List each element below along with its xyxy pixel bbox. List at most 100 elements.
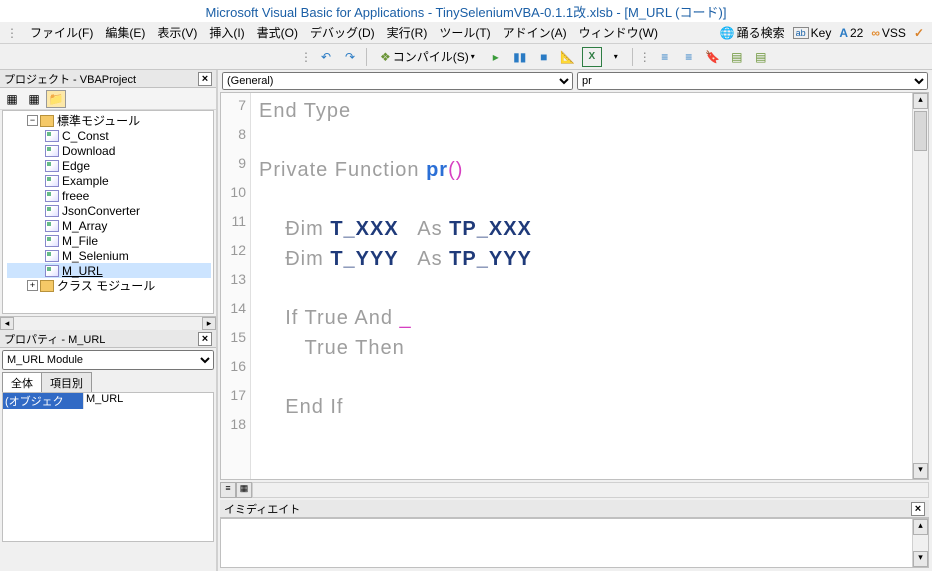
tree-module[interactable]: C_Const — [7, 128, 211, 143]
module-icon — [45, 205, 59, 217]
tree-module[interactable]: M_Array — [7, 218, 211, 233]
properties-header: プロパティ - M_URL × — [0, 330, 216, 348]
project-explorer: プロジェクト - VBAProject × ▦ ▦ 📁 −標準モジュール C_C… — [0, 70, 216, 330]
link-icon: ∞ — [871, 26, 880, 40]
grip-icon[interactable]: ⋮ — [6, 26, 18, 40]
close-icon[interactable]: × — [911, 502, 925, 516]
pause-icon[interactable]: ▮▮ — [510, 47, 530, 67]
module-icon — [45, 160, 59, 172]
menu-file[interactable]: ファイル(F) — [24, 22, 99, 43]
vss-button[interactable]: ∞VSS — [871, 26, 906, 40]
module-icon — [45, 130, 59, 142]
module-icon — [45, 235, 59, 247]
module-icon — [45, 145, 59, 157]
immediate-input[interactable]: ▴ ▾ — [220, 518, 929, 568]
menu-insert[interactable]: 挿入(I) — [203, 22, 250, 43]
compile-icon: ❖ — [380, 50, 391, 64]
h-scrollbar[interactable]: ◂▸ — [0, 316, 216, 330]
property-name[interactable]: (オブジェク — [3, 393, 83, 409]
code-content[interactable]: End Type Private Function pr() Đim T_XXX… — [251, 93, 912, 479]
close-icon[interactable]: × — [198, 332, 212, 346]
line-gutter: 789101112131415161718 — [221, 93, 251, 479]
menu-run[interactable]: 実行(R) — [381, 22, 434, 43]
tree-module[interactable]: Example — [7, 173, 211, 188]
redo-icon[interactable]: ↷ — [340, 47, 360, 67]
properties-panel: プロパティ - M_URL × M_URL Module 全体 項目別 (オブジ… — [0, 330, 216, 571]
excel-icon[interactable]: X — [582, 47, 602, 67]
scroll-up-icon[interactable]: ▴ — [913, 93, 928, 109]
toolbar: ⋮ ↶ ↷ ❖コンパイル(S)▾ ▸ ▮▮ ■ 📐 X ▾ ⋮ ≡ ≡ 🔖 ▤ … — [0, 44, 932, 70]
view-code-icon[interactable]: ▦ — [2, 90, 22, 108]
check-icon[interactable]: ✓ — [914, 26, 924, 40]
module-icon — [45, 250, 59, 262]
uncomment-icon[interactable]: ▤ — [751, 47, 771, 67]
search-button[interactable]: 🌐踊る検索 — [720, 24, 785, 41]
menu-debug[interactable]: デバッグ(D) — [304, 22, 381, 43]
module-icon — [45, 265, 59, 277]
immediate-header: イミディエイト × — [220, 500, 929, 518]
window-title: Microsoft Visual Basic for Applications … — [206, 2, 727, 21]
view-object-icon[interactable]: ▦ — [24, 90, 44, 108]
scroll-up-icon[interactable]: ▴ — [913, 519, 928, 535]
tree-folder[interactable]: −標準モジュール — [7, 113, 211, 128]
stop-icon[interactable]: ■ — [534, 47, 554, 67]
folder-toggle-icon[interactable]: 📁 — [46, 90, 66, 108]
project-toolbar: ▦ ▦ 📁 — [0, 88, 216, 110]
comment-icon[interactable]: ▤ — [727, 47, 747, 67]
grip-icon[interactable]: ⋮ — [300, 50, 312, 64]
key-button[interactable]: abKey — [793, 26, 832, 40]
code-bottom-bar: ≡ ▦ — [220, 482, 929, 498]
tree-module[interactable]: M_File — [7, 233, 211, 248]
scroll-right-icon[interactable]: ▸ — [202, 317, 216, 330]
object-selector[interactable]: M_URL Module — [2, 350, 214, 370]
menu-format[interactable]: 書式(O) — [251, 22, 304, 43]
expand-icon[interactable]: + — [27, 280, 38, 291]
collapse-icon[interactable]: − — [27, 115, 38, 126]
scroll-down-icon[interactable]: ▾ — [913, 551, 928, 567]
menu-edit[interactable]: 編集(E) — [99, 22, 151, 43]
tab-categorized[interactable]: 項目別 — [41, 372, 92, 392]
tree-module[interactable]: Edge — [7, 158, 211, 173]
tree-folder[interactable]: +クラス モジュール — [7, 278, 211, 293]
font-button[interactable]: A22 — [839, 26, 863, 40]
property-value[interactable]: M_URL — [83, 393, 213, 409]
object-dropdown[interactable]: (General) — [222, 72, 573, 90]
menu-view[interactable]: 表示(V) — [151, 22, 203, 43]
module-icon — [45, 175, 59, 187]
compile-button[interactable]: ❖コンパイル(S)▾ — [373, 45, 482, 68]
procedure-view-icon[interactable]: ≡ — [220, 482, 236, 498]
procedure-dropdown[interactable]: pr — [577, 72, 928, 90]
full-view-icon[interactable]: ▦ — [236, 482, 252, 498]
close-icon[interactable]: × — [198, 72, 212, 86]
bookmark-icon[interactable]: 🔖 — [703, 47, 723, 67]
menu-window[interactable]: ウィンドウ(W) — [573, 22, 664, 43]
indent-icon[interactable]: ≡ — [655, 47, 675, 67]
menu-tools[interactable]: ツール(T) — [433, 22, 496, 43]
undo-icon[interactable]: ↶ — [316, 47, 336, 67]
design-icon[interactable]: 📐 — [558, 47, 578, 67]
h-scrollbar[interactable] — [252, 482, 929, 498]
code-navigator: (General) pr — [218, 70, 932, 92]
tab-all[interactable]: 全体 — [2, 372, 42, 392]
project-tree[interactable]: −標準モジュール C_Const Download Edge Example f… — [2, 110, 214, 314]
tree-module[interactable]: freee — [7, 188, 211, 203]
dropdown-icon[interactable]: ▾ — [606, 47, 626, 67]
v-scrollbar[interactable]: ▴ ▾ — [912, 93, 928, 479]
menu-bar: ⋮ ファイル(F) 編集(E) 表示(V) 挿入(I) 書式(O) デバッグ(D… — [0, 22, 932, 44]
code-editor[interactable]: 789101112131415161718 End Type Private F… — [220, 92, 929, 480]
tree-module-selected[interactable]: M_URL — [7, 263, 211, 278]
tree-module[interactable]: M_Selenium — [7, 248, 211, 263]
scroll-left-icon[interactable]: ◂ — [0, 317, 14, 330]
immediate-window: イミディエイト × ▴ ▾ — [220, 500, 929, 568]
scroll-thumb[interactable] — [914, 111, 927, 151]
outdent-icon[interactable]: ≡ — [679, 47, 699, 67]
v-scrollbar[interactable]: ▴ ▾ — [912, 519, 928, 567]
run-icon[interactable]: ▸ — [486, 47, 506, 67]
tree-module[interactable]: JsonConverter — [7, 203, 211, 218]
tree-module[interactable]: Download — [7, 143, 211, 158]
grip-icon[interactable]: ⋮ — [639, 50, 651, 64]
properties-grid[interactable]: (オブジェク M_URL — [2, 392, 214, 542]
property-row[interactable]: (オブジェク M_URL — [3, 393, 213, 409]
scroll-down-icon[interactable]: ▾ — [913, 463, 928, 479]
menu-addins[interactable]: アドイン(A) — [497, 22, 573, 43]
